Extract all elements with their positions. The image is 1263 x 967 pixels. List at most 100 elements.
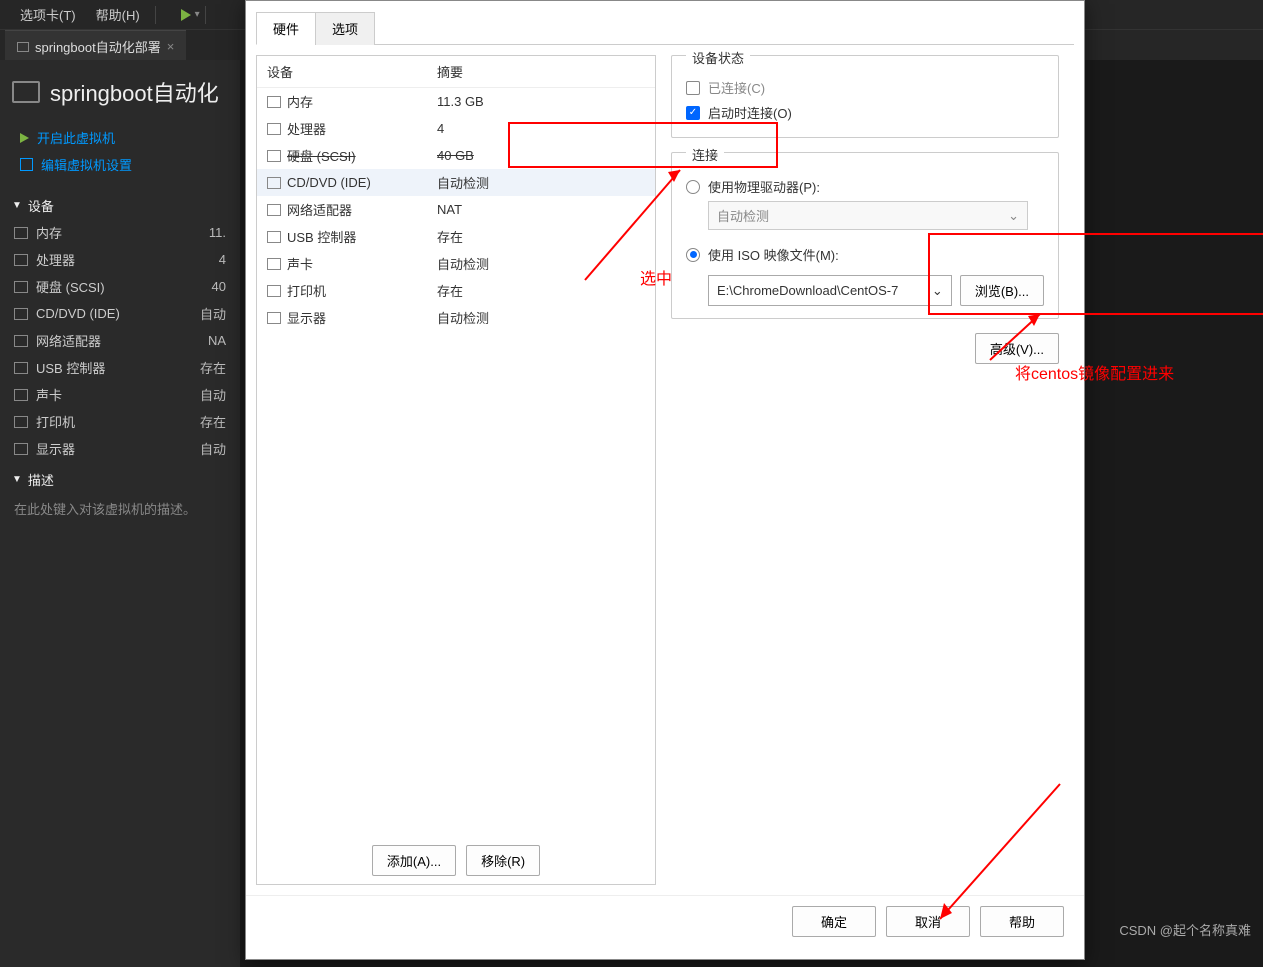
- device-list-item[interactable]: 显示器 自动检测: [257, 304, 655, 331]
- vm-title: springboot自动化: [50, 76, 219, 108]
- edit-icon: [20, 158, 33, 171]
- sidebar-device-row[interactable]: 内存11.: [0, 219, 240, 246]
- device-summary: 自动检测: [437, 308, 489, 327]
- menu-help[interactable]: 帮助(H): [86, 1, 150, 28]
- connect-on-start-checkbox-row[interactable]: ✓ 启动时连接(O): [686, 100, 1044, 125]
- add-button[interactable]: 添加(A)...: [372, 845, 456, 876]
- sidebar-device-row[interactable]: 声卡自动: [0, 381, 240, 408]
- device-icon: [14, 281, 28, 293]
- connected-label: 已连接(C): [708, 78, 765, 97]
- sidebar-device-row[interactable]: CD/DVD (IDE)自动: [0, 300, 240, 327]
- sidebar-device-row[interactable]: 打印机 存在: [0, 408, 240, 435]
- start-vm-link[interactable]: 开启此虚拟机: [20, 124, 220, 151]
- description-placeholder[interactable]: 在此处键入对该虚拟机的描述。: [0, 493, 240, 524]
- use-physical-label: 使用物理驱动器(P):: [708, 177, 820, 196]
- device-list-item[interactable]: 内存 11.3 GB: [257, 88, 655, 115]
- help-button[interactable]: 帮助: [980, 906, 1064, 937]
- device-icon: [14, 254, 28, 266]
- device-name: 硬盘 (SCSI): [36, 277, 105, 296]
- vm-tab[interactable]: springboot自动化部署 ×: [5, 30, 186, 60]
- device-summary: 11.3 GB: [437, 94, 484, 109]
- device-list-item[interactable]: CD/DVD (IDE)自动检测: [257, 169, 655, 196]
- device-name: 内存: [287, 92, 313, 111]
- device-summary: NAT: [437, 202, 462, 217]
- col-summary: 摘要: [437, 62, 463, 81]
- device-icon: [14, 308, 28, 320]
- device-name: CD/DVD (IDE): [36, 306, 120, 321]
- tab-label: springboot自动化部署: [35, 37, 161, 56]
- device-name: CD/DVD (IDE): [287, 175, 371, 190]
- device-list-item[interactable]: 硬盘 (SCSI)40 GB: [257, 142, 655, 169]
- tab-hardware[interactable]: 硬件: [256, 12, 316, 45]
- device-icon: [14, 335, 28, 347]
- connect-on-start-label: 启动时连接(O): [708, 103, 792, 122]
- device-icon: [267, 285, 281, 297]
- edit-vm-label: 编辑虚拟机设置: [41, 155, 132, 174]
- chevron-down-icon: ⌄: [1008, 208, 1019, 224]
- tab-options[interactable]: 选项: [315, 12, 375, 45]
- start-vm-label: 开启此虚拟机: [37, 128, 115, 147]
- device-icon: [267, 231, 281, 243]
- device-value: 自动: [200, 385, 226, 404]
- advanced-button[interactable]: 高级(V)...: [975, 333, 1059, 364]
- ok-button[interactable]: 确定: [792, 906, 876, 937]
- device-summary: 存在: [437, 227, 463, 246]
- device-value: 自动: [200, 439, 226, 458]
- chevron-down-icon: ⌄: [932, 283, 943, 299]
- physical-drive-combo: 自动检测 ⌄: [708, 201, 1028, 230]
- tab-close-icon[interactable]: ×: [167, 39, 175, 54]
- device-name: 处理器: [287, 119, 326, 138]
- sidebar-device-row[interactable]: 显示器自动: [0, 435, 240, 462]
- device-value: 40: [212, 279, 226, 294]
- device-name: 打印机: [36, 412, 75, 431]
- device-name: 声卡: [287, 254, 313, 273]
- device-status-title: 设备状态: [686, 48, 750, 67]
- edit-vm-link[interactable]: 编辑虚拟机设置: [20, 151, 220, 178]
- play-button[interactable]: ▾: [181, 9, 200, 21]
- sidebar-device-row[interactable]: 硬盘 (SCSI) 40: [0, 273, 240, 300]
- iso-path-combo[interactable]: E:\ChromeDownload\CentOS-7 ⌄: [708, 275, 952, 306]
- device-icon: [14, 362, 28, 374]
- use-iso-radio[interactable]: 使用 ISO 映像文件(M):: [686, 240, 1044, 269]
- device-name: 网络适配器: [36, 331, 101, 350]
- device-value: 存在: [200, 412, 226, 431]
- device-summary: 40 GB: [437, 148, 474, 163]
- device-icon: [14, 443, 28, 455]
- browse-button[interactable]: 浏览(B)...: [960, 275, 1044, 306]
- col-device: 设备: [267, 62, 437, 81]
- checkbox-icon: [686, 81, 700, 95]
- chevron-down-icon: ▼: [12, 200, 22, 211]
- device-summary: 自动检测: [437, 254, 489, 273]
- device-icon: [267, 123, 281, 135]
- checkbox-checked-icon: ✓: [686, 106, 700, 120]
- radio-icon: [686, 180, 700, 194]
- device-icon: [267, 96, 281, 108]
- device-name: 显示器: [287, 308, 326, 327]
- device-list-item[interactable]: 处理器4: [257, 115, 655, 142]
- device-icon: [267, 204, 281, 216]
- device-icon: [267, 177, 281, 189]
- device-list-item[interactable]: 打印机存在: [257, 277, 655, 304]
- description-section-header[interactable]: ▼ 描述: [0, 462, 240, 493]
- remove-button[interactable]: 移除(R): [466, 845, 540, 876]
- devices-label: 设备: [28, 196, 54, 215]
- menu-tabs[interactable]: 选项卡(T): [10, 1, 86, 28]
- cancel-button[interactable]: 取消: [886, 906, 970, 937]
- device-icon: [14, 227, 28, 239]
- radio-checked-icon: [686, 248, 700, 262]
- device-name: 处理器: [36, 250, 75, 269]
- device-list-item[interactable]: 声卡 自动检测: [257, 250, 655, 277]
- connected-checkbox-row[interactable]: 已连接(C): [686, 75, 1044, 100]
- sidebar-device-row[interactable]: 网络适配器NA: [0, 327, 240, 354]
- devices-section-header[interactable]: ▼ 设备: [0, 188, 240, 219]
- sidebar-device-row[interactable]: 处理器4: [0, 246, 240, 273]
- device-list-item[interactable]: 网络适配器 NAT: [257, 196, 655, 223]
- description-label: 描述: [28, 470, 54, 489]
- vm-icon: [12, 81, 40, 103]
- separator: [155, 6, 156, 24]
- use-physical-radio[interactable]: 使用物理驱动器(P):: [686, 172, 1044, 201]
- device-value: 存在: [200, 358, 226, 377]
- device-list-item[interactable]: USB 控制器存在: [257, 223, 655, 250]
- sidebar-device-row[interactable]: USB 控制器存在: [0, 354, 240, 381]
- device-name: 网络适配器: [287, 200, 352, 219]
